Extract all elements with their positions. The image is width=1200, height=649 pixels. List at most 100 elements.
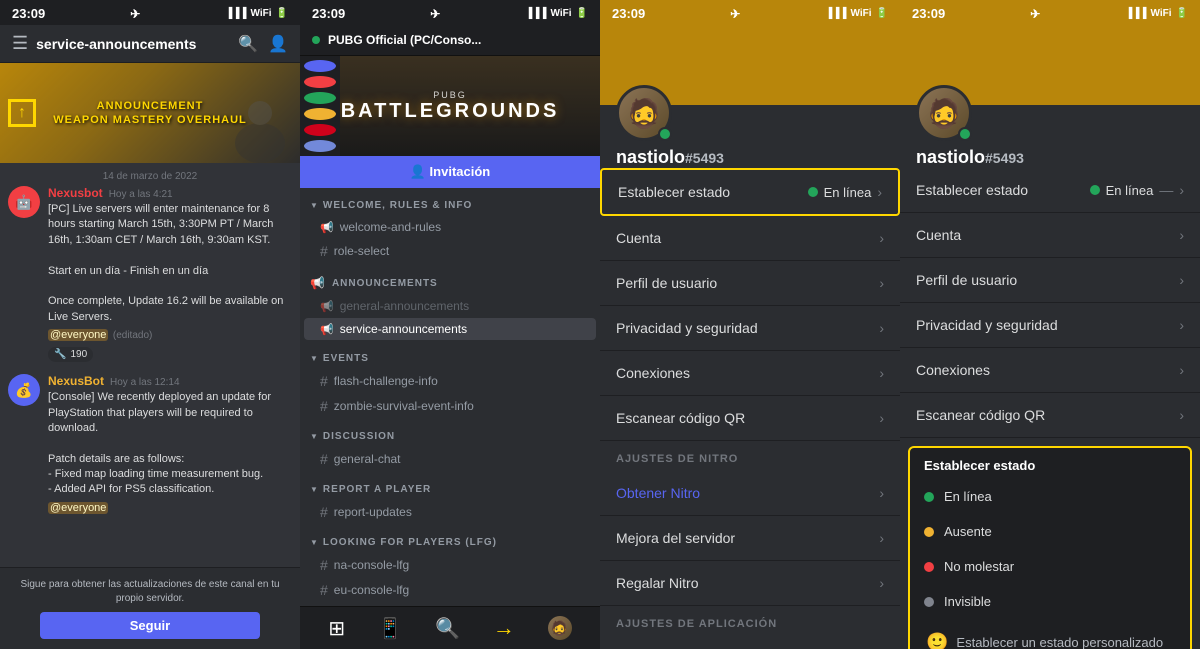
wifi-icon-1: WiFi [251,8,272,19]
privacidad-item-4[interactable]: Privacidad y seguridad › [900,303,1200,348]
nitro-item-3[interactable]: Obtener Nitro › [600,471,900,516]
perfil-item-4[interactable]: Perfil de usuario › [900,258,1200,303]
regalar-label-3: Regalar Nitro [616,575,698,591]
time-1: 23:09 [12,6,45,21]
home-nav-icon[interactable]: ⊞ [328,616,345,641]
channel-na-lfg[interactable]: # na-console-lfg [304,553,596,577]
status-val-4: En línea [1106,183,1154,198]
msg-author-1: Nexusbot [48,186,103,200]
hamburger-icon[interactable]: ☰ [12,33,28,54]
cuenta-item-4[interactable]: Cuenta › [900,213,1200,258]
status-icons-2: ▐▐▐ WiFi 🔋 [525,8,588,19]
mention-1: @everyone (editado) [48,325,292,343]
conexiones-item-4[interactable]: Conexiones › [900,348,1200,393]
category-label-5: REPORT A PLAYER [323,484,431,495]
menu-list-3[interactable]: Establecer estado En línea › Cuenta › Pe… [600,168,900,649]
status-option-online[interactable]: En línea [910,479,1190,514]
members-icon[interactable]: 👤 [268,34,288,54]
status-option-invisible[interactable]: Invisible [910,584,1190,619]
status-label-group-4: Establecer estado [916,182,1028,198]
status-option-dnd[interactable]: No molestar [910,549,1190,584]
search-nav-icon[interactable]: 🔍 [435,616,460,641]
perfil-item-3[interactable]: Perfil de usuario › [600,261,900,306]
msg-author-2: NexusBot [48,374,104,388]
msg-time-1: Hoy a las 4:21 [109,189,173,200]
invite-button[interactable]: 👤 Invitación [300,156,600,188]
panel-user-settings: 23:09 ✈ ▐▐▐ WiFi 🔋 🧔 nastiolo#5493 Estab… [600,0,900,649]
obtener-nitro-label-3: Obtener Nitro [616,485,700,501]
online-dot-status-3 [808,187,818,197]
status-menu-item-3[interactable]: Establecer estado En línea › [600,168,900,216]
privacidad-item-3[interactable]: Privacidad y seguridad › [600,306,900,351]
app-section-3: AJUSTES DE APLICACIÓN [600,606,900,636]
server-top-bar: PUBG Official (PC/Conso... [300,25,600,56]
avatar-nav-icon[interactable]: 🧔 [548,616,572,640]
phone-nav-icon[interactable]: 📱 [378,616,403,641]
chevron-cuenta-4: › [1179,227,1184,243]
server-icon-2[interactable] [304,76,336,88]
channel-service-ann[interactable]: 📢 service-announcements [304,318,596,340]
conexiones-item-3[interactable]: Conexiones › [600,351,900,396]
server-icon-6[interactable] [304,140,336,152]
hash-icon-6: # [320,557,328,573]
channel-name-flash: flash-challenge-info [334,374,438,388]
perfil-label-3: Perfil de usuario [616,275,717,291]
battery-2: 🔋 [576,8,588,19]
ann-icon-3: 📢 [320,323,334,336]
chevron-icon-status-3: › [877,184,882,200]
channel-role-select[interactable]: # role-select [304,239,596,263]
hash-icon-7: # [320,582,328,598]
privacidad-label-3: Privacidad y seguridad [616,320,758,336]
username-text-3: nastiolo [616,147,685,167]
status-option-idle[interactable]: Ausente [910,514,1190,549]
plane-icon-3: ✈ [730,7,740,21]
regalar-item-3[interactable]: Regalar Nitro › [600,561,900,606]
status-item-4[interactable]: Establecer estado En línea — › [900,168,1200,213]
channel-report-updates[interactable]: # report-updates [304,500,596,524]
signal-2: ▐▐▐ [525,8,546,19]
custom-status-bar[interactable]: 🙂 Establecer un estado personalizado [910,619,1190,649]
follow-bar: Sigue para obtener las actualizaciones d… [0,567,300,649]
online-dot-menu-4 [1090,185,1100,195]
msg-header-1: Nexusbot Hoy a las 4:21 [48,186,292,200]
channel-zombie[interactable]: # zombie-survival-event-info [304,394,596,418]
channel-list[interactable]: ▼ WELCOME, RULES & INFO 📢 welcome-and-ru… [300,188,600,606]
pubg-banner: PUBG BATTLEGROUNDS [300,56,600,156]
mejora-item-3[interactable]: Mejora del servidor › [600,516,900,561]
channel-general-ann[interactable]: 📢 general-announcements [304,295,596,317]
reaction-count-1: 190 [70,349,87,360]
hash-icon-5: # [320,504,328,520]
time-4: 23:09 [912,6,945,21]
chevron-con-4: › [1179,362,1184,378]
server-icon-3[interactable] [304,92,336,104]
follow-button[interactable]: Seguir [40,612,261,639]
server-icon-4[interactable] [304,108,336,120]
pubg-title: BATTLEGROUNDS [341,100,560,123]
plane-icon-4: ✈ [1030,7,1040,21]
msg-time-2: Hoy a las 12:14 [110,377,180,388]
qr-item-3[interactable]: Escanear código QR › [600,396,900,441]
server-icon-1[interactable] [304,60,336,72]
avatar-area-3: 🧔 [600,105,900,141]
chevron-priv-3: › [879,320,884,336]
battery-3: 🔋 [876,8,888,19]
reaction-btn-1[interactable]: 🔧 190 [48,347,93,362]
signal-3: ▐▐▐ [825,8,846,19]
perfil-label-4: Perfil de usuario [916,272,1017,288]
avatar-area-4: 🧔 [900,105,1200,141]
channel-general-chat[interactable]: # general-chat [304,447,596,471]
cuenta-item-3[interactable]: Cuenta › [600,216,900,261]
arrow-right-icon[interactable]: → [493,615,515,641]
server-icon-5[interactable] [304,124,336,136]
status-text-4: Establecer estado [916,182,1028,198]
channel-name-label: service-announcements [36,36,230,52]
qr-item-4[interactable]: Escanear código QR › [900,393,1200,438]
messages-area[interactable]: 🤖 Nexusbot Hoy a las 4:21 [PC] Live serv… [0,186,300,567]
channel-flash[interactable]: # flash-challenge-info [304,369,596,393]
channel-welcome-rules[interactable]: 📢 welcome-and-rules [304,216,596,238]
message-item: 🤖 Nexusbot Hoy a las 4:21 [PC] Live serv… [8,186,292,362]
channel-eu-lfg[interactable]: # eu-console-lfg [304,578,596,602]
panel-server: 23:09 ✈ ▐▐▐ WiFi 🔋 PUBG Official (PC/Con… [300,0,600,649]
time-3: 23:09 [612,6,645,21]
search-icon[interactable]: 🔍 [238,34,258,54]
